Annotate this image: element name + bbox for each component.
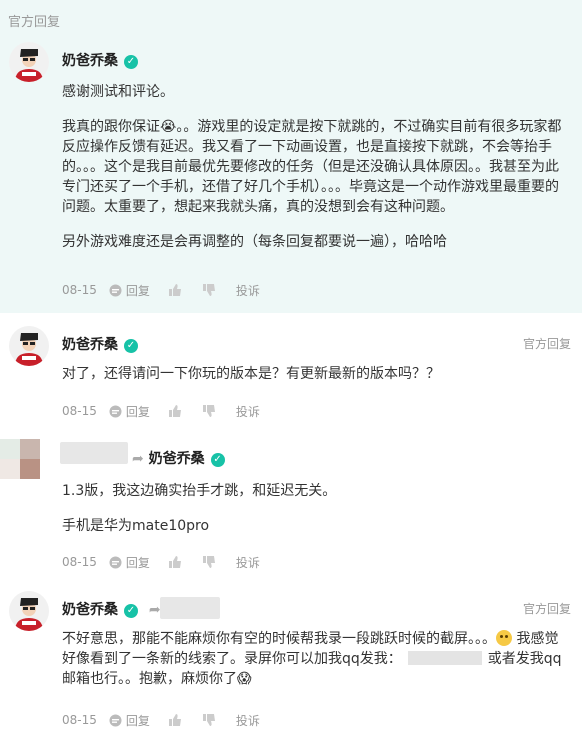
comment-actions: 08-15 回复 投诉 bbox=[62, 403, 260, 419]
thumb-down-icon bbox=[202, 556, 215, 568]
thumb-up-icon bbox=[168, 284, 181, 296]
like-button[interactable] bbox=[168, 283, 182, 297]
verified-icon: ✓ bbox=[124, 55, 138, 69]
redacted-qq bbox=[407, 651, 482, 665]
dislike-button[interactable] bbox=[202, 283, 216, 297]
avatar[interactable] bbox=[9, 326, 49, 366]
comment-body: 1.3版，我这边确实抬手才跳，和延迟无关。 手机是华为mate10pro bbox=[62, 481, 564, 536]
verified-icon: ✓ bbox=[210, 453, 225, 467]
reply-button[interactable]: 回复 bbox=[109, 282, 150, 299]
comment-date: 08-15 bbox=[62, 404, 97, 418]
comment-date: 08-15 bbox=[62, 283, 97, 297]
comment-paragraph: 不好意思，那能不能麻烦你有空的时候帮我录一段跳跃时候的截屏。。。 我感觉好像看到… bbox=[62, 630, 562, 687]
official-reply-badge: 官方回复 bbox=[522, 337, 571, 351]
author-name[interactable]: 奶爸乔桑 ✓ bbox=[62, 50, 138, 70]
verified-icon: ✓ bbox=[124, 604, 138, 618]
comment-body: 不好意思，那能不能麻烦你有空的时候帮我录一段跳跃时候的截屏。。。 我感觉好像看到… bbox=[62, 629, 568, 689]
verified-icon: ✓ bbox=[124, 339, 138, 353]
redacted-username bbox=[60, 442, 128, 464]
reply-icon bbox=[109, 284, 122, 296]
thumb-down-icon bbox=[202, 714, 215, 726]
comment-paragraph: 另外游戏难度还是会再调整的（每条回复都要说一遍），哈哈哈 bbox=[62, 234, 447, 250]
comment-paragraph: 我真的跟你保证😭。。游戏里的设定就是按下就跳的，不过确实目前有很多玩家都反应操作… bbox=[62, 119, 562, 215]
comment-actions: 08-15 回复 投诉 bbox=[62, 554, 260, 570]
thumb-down-icon bbox=[202, 284, 215, 296]
avatar-image bbox=[9, 591, 49, 631]
official-reply-badge: 官方回复 bbox=[522, 602, 571, 616]
report-button[interactable]: 投诉 bbox=[236, 282, 260, 299]
comment-actions: 08-15 回复 投诉 bbox=[62, 712, 260, 728]
author-name[interactable]: 奶爸乔桑 ✓ ➦ bbox=[62, 599, 161, 619]
avatar-image bbox=[9, 326, 49, 366]
avatar[interactable] bbox=[0, 439, 40, 479]
dislike-button[interactable] bbox=[202, 404, 216, 418]
comment-date: 08-15 bbox=[62, 713, 97, 727]
dislike-button[interactable] bbox=[202, 555, 216, 569]
thumb-up-icon bbox=[168, 405, 181, 417]
thumb-up-icon bbox=[168, 556, 181, 568]
share-arrow-icon: ➦ bbox=[148, 602, 161, 618]
reply-icon bbox=[109, 405, 122, 417]
like-button[interactable] bbox=[168, 713, 182, 727]
sad-face-icon bbox=[496, 630, 512, 646]
comment-paragraph: 感谢测试和评论。 bbox=[62, 84, 174, 100]
avatar-image bbox=[9, 42, 49, 82]
comment-paragraph: 手机是华为mate10pro bbox=[62, 518, 210, 534]
avatar[interactable] bbox=[9, 591, 49, 631]
dislike-button[interactable] bbox=[202, 713, 216, 727]
avatar[interactable] bbox=[9, 42, 49, 82]
comment-actions: 08-15 回复 投诉 bbox=[62, 282, 260, 298]
reply-icon bbox=[109, 714, 122, 726]
reply-button[interactable]: 回复 bbox=[109, 554, 150, 571]
redacted-username bbox=[160, 597, 220, 619]
comment-body: 对了，还得请问一下你玩的版本是？有更新最新的版本吗？？ bbox=[62, 364, 564, 384]
reply-icon bbox=[109, 556, 122, 568]
thumb-up-icon bbox=[168, 714, 181, 726]
like-button[interactable] bbox=[168, 555, 182, 569]
reply-target[interactable]: ➦ 奶爸乔桑 ✓ bbox=[132, 448, 225, 468]
reply-button[interactable]: 回复 bbox=[109, 403, 150, 420]
share-arrow-icon: ➦ bbox=[132, 451, 144, 467]
thumb-down-icon bbox=[202, 405, 215, 417]
section-label: 官方回复 bbox=[8, 15, 61, 30]
like-button[interactable] bbox=[168, 404, 182, 418]
comment-paragraph: 对了，还得请问一下你玩的版本是？有更新最新的版本吗？？ bbox=[62, 366, 440, 382]
comment-body: 感谢测试和评论。 我真的跟你保证😭。。游戏里的设定就是按下就跳的，不过确实目前有… bbox=[62, 82, 564, 252]
author-name[interactable]: 奶爸乔桑 ✓ bbox=[62, 334, 138, 354]
comment-paragraph: 1.3版，我这边确实抬手才跳，和延迟无关。 bbox=[62, 483, 337, 499]
reply-button[interactable]: 回复 bbox=[109, 712, 150, 729]
comment-date: 08-15 bbox=[62, 555, 97, 569]
report-button[interactable]: 投诉 bbox=[236, 712, 260, 729]
report-button[interactable]: 投诉 bbox=[236, 403, 260, 420]
report-button[interactable]: 投诉 bbox=[236, 554, 260, 571]
